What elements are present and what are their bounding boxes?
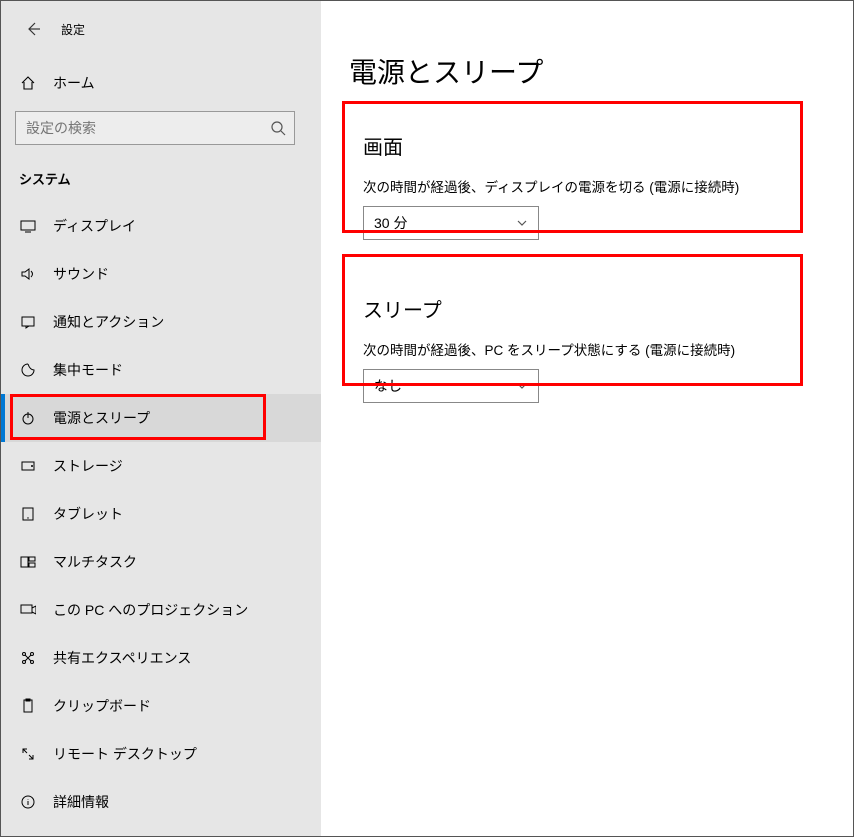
main-content: 電源とスリープ 画面 次の時間が経過後、ディスプレイの電源を切る (電源に接続時… <box>321 1 853 836</box>
sidebar-item-remote[interactable]: リモート デスクトップ <box>1 730 321 778</box>
sidebar-item-projection[interactable]: この PC へのプロジェクション <box>1 586 321 634</box>
window-title: 設定 <box>61 21 85 38</box>
display-icon <box>19 217 37 235</box>
sidebar-item-label: 共有エクスペリエンス <box>53 648 191 668</box>
sidebar-item-label: サウンド <box>53 264 109 284</box>
sleep-label: 次の時間が経過後、PC をスリープ状態にする (電源に接続時) <box>363 339 795 359</box>
sidebar-item-label: クリップボード <box>53 696 151 716</box>
sidebar-item-multitask[interactable]: マルチタスク <box>1 538 321 586</box>
multitask-icon <box>19 553 37 571</box>
tablet-icon <box>19 505 37 523</box>
info-icon <box>19 793 37 811</box>
focus-icon <box>19 361 37 379</box>
clipboard-icon <box>19 697 37 715</box>
sleep-timeout-dropdown[interactable]: なし <box>363 369 539 403</box>
storage-icon <box>19 457 37 475</box>
sidebar-item-label: リモート デスクトップ <box>53 744 197 764</box>
sidebar-item-label: ストレージ <box>53 456 123 476</box>
back-button[interactable] <box>19 15 47 43</box>
projection-icon <box>19 601 37 619</box>
chevron-down-icon <box>516 380 528 392</box>
chevron-down-icon <box>516 217 528 229</box>
sidebar-item-label: タブレット <box>53 504 123 524</box>
sidebar-item-power[interactable]: 電源とスリープ <box>1 394 321 442</box>
sidebar-item-tablet[interactable]: タブレット <box>1 490 321 538</box>
screen-section: 画面 次の時間が経過後、ディスプレイの電源を切る (電源に接続時) 30 分 <box>349 121 809 262</box>
page-title: 電源とスリープ <box>349 51 853 91</box>
sound-icon <box>19 265 37 283</box>
sidebar-item-sound[interactable]: サウンド <box>1 250 321 298</box>
home-link[interactable]: ホーム <box>1 61 321 105</box>
screen-timeout-dropdown[interactable]: 30 分 <box>363 206 539 240</box>
nav-list: ディスプレイ サウンド 通知とアクション 集中モード 電源とスリープ ストレージ… <box>1 202 321 826</box>
arrow-left-icon <box>25 21 41 37</box>
screen-heading: 画面 <box>363 131 795 160</box>
sidebar-item-label: 詳細情報 <box>53 792 109 812</box>
sidebar-item-label: マルチタスク <box>53 552 137 572</box>
sidebar-item-info[interactable]: 詳細情報 <box>1 778 321 826</box>
sidebar-item-notifications[interactable]: 通知とアクション <box>1 298 321 346</box>
search-field[interactable] <box>26 120 270 136</box>
search-icon <box>270 120 286 136</box>
power-icon <box>19 409 37 427</box>
sidebar-item-focus[interactable]: 集中モード <box>1 346 321 394</box>
notification-icon <box>19 313 37 331</box>
sidebar-item-label: 通知とアクション <box>53 312 164 332</box>
shared-icon <box>19 649 37 667</box>
sidebar-item-clipboard[interactable]: クリップボード <box>1 682 321 730</box>
sleep-section: スリープ 次の時間が経過後、PC をスリープ状態にする (電源に接続時) なし <box>349 284 809 425</box>
screen-timeout-value: 30 分 <box>374 213 407 233</box>
sidebar-item-label: 電源とスリープ <box>53 408 150 428</box>
category-heading: システム <box>1 151 321 202</box>
sidebar-item-label: 集中モード <box>53 360 123 380</box>
remote-icon <box>19 745 37 763</box>
home-icon <box>19 74 37 92</box>
sidebar-item-shared[interactable]: 共有エクスペリエンス <box>1 634 321 682</box>
search-input[interactable] <box>15 111 295 145</box>
screen-label: 次の時間が経過後、ディスプレイの電源を切る (電源に接続時) <box>363 176 795 196</box>
sidebar-item-display[interactable]: ディスプレイ <box>1 202 321 250</box>
sidebar-item-label: ディスプレイ <box>53 216 136 236</box>
sidebar: 設定 ホーム システム ディスプレイ サウンド 通知とアクション <box>1 1 321 836</box>
sidebar-item-label: この PC へのプロジェクション <box>53 600 248 620</box>
header: 設定 <box>1 11 321 61</box>
sleep-heading: スリープ <box>363 294 795 323</box>
home-label: ホーム <box>53 73 95 93</box>
sidebar-item-storage[interactable]: ストレージ <box>1 442 321 490</box>
sleep-timeout-value: なし <box>374 376 402 396</box>
